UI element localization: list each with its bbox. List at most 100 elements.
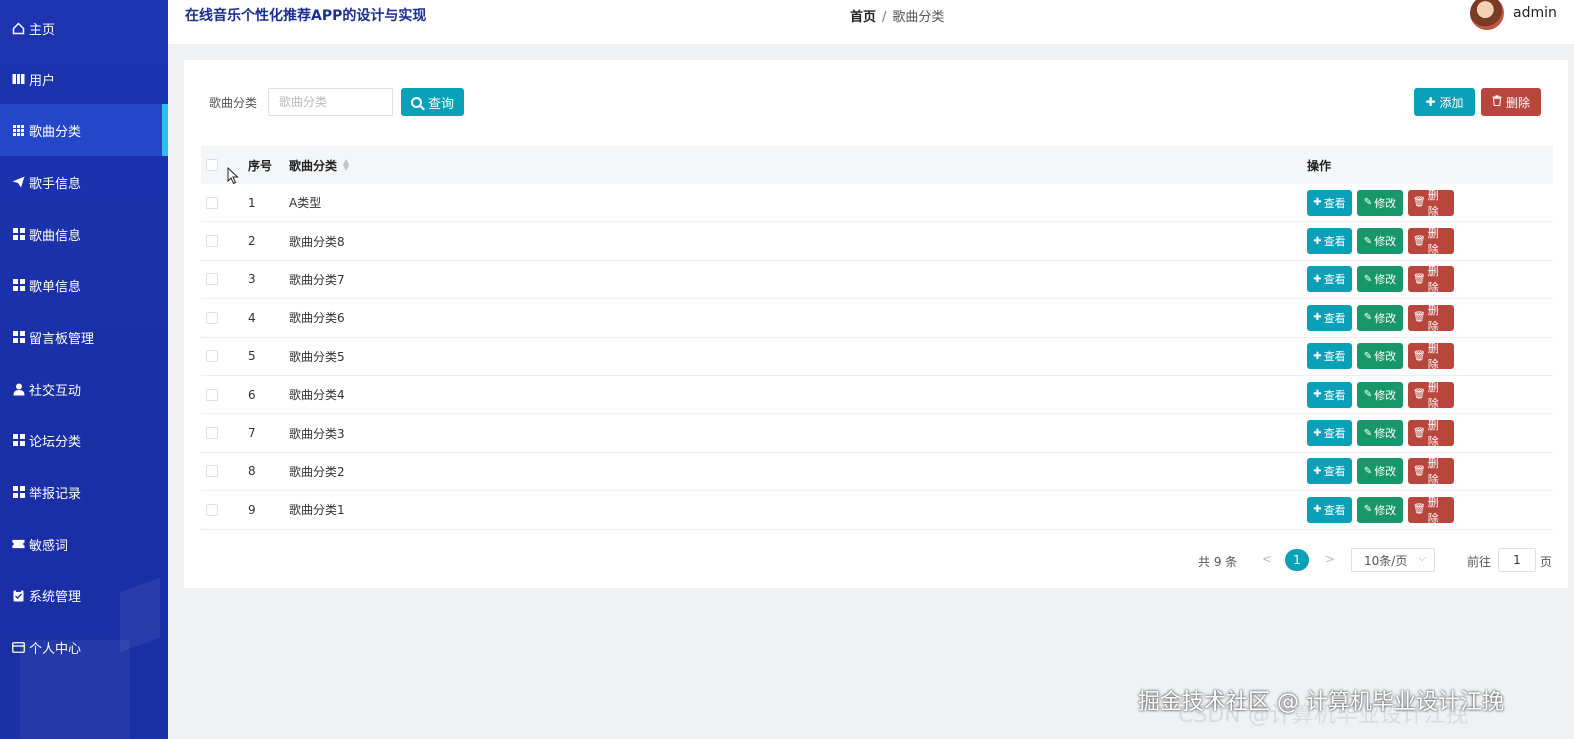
- row-checkbox[interactable]: [206, 311, 218, 324]
- sidebar-item-label: 歌手信息: [29, 176, 82, 192]
- sidebar-item-label: 歌曲分类: [29, 124, 82, 140]
- main-panel: 歌曲分类 查询 ✚ 添加 删除 序号 歌曲分类 ▲▼ 操作 1A类型✚查看✎修改…: [184, 60, 1568, 588]
- sort-icon[interactable]: ▲ ▼: [343, 158, 349, 172]
- sidebar-item-users[interactable]: 用户: [0, 53, 168, 105]
- sidebar-item-profile[interactable]: 个人中心: [0, 621, 168, 673]
- delete-button[interactable]: 删除: [1481, 88, 1541, 116]
- edit-button[interactable]: ✎ 修改: [1357, 381, 1403, 408]
- view-button-label: 查看: [1323, 503, 1346, 517]
- page-suffix: 页: [1540, 555, 1553, 569]
- view-button[interactable]: ✚ 查看: [1307, 420, 1352, 447]
- view-button[interactable]: ✚ 查看: [1307, 266, 1352, 293]
- search-input[interactable]: [268, 88, 393, 116]
- edit-button-label: 修改: [1374, 427, 1397, 441]
- edit-button[interactable]: ✎ 修改: [1357, 228, 1403, 255]
- edit-button[interactable]: ✎ 修改: [1357, 458, 1403, 485]
- sidebar-item-singer[interactable]: 歌手信息: [0, 156, 168, 208]
- row-delete-button[interactable]: 🗑 删除: [1408, 189, 1454, 218]
- row-checkbox[interactable]: [206, 465, 218, 478]
- header-name[interactable]: 歌曲分类 ▲ ▼: [289, 146, 349, 184]
- view-button-label: 查看: [1323, 465, 1346, 479]
- trash-icon: 🗑: [1413, 312, 1426, 324]
- avatar[interactable]: [1470, 0, 1504, 30]
- sidebar-item-forum-category[interactable]: 论坛分类: [0, 414, 168, 466]
- next-page-icon[interactable]: >: [1325, 552, 1335, 566]
- edit-button[interactable]: ✎ 修改: [1357, 496, 1403, 523]
- row-actions: ✚ 查看 ✎ 修改 🗑 删除: [1307, 299, 1459, 336]
- row-delete-button-label: 删除: [1427, 419, 1439, 449]
- row-checkbox[interactable]: [206, 273, 218, 286]
- page-number-current[interactable]: 1: [1285, 549, 1309, 571]
- table-header: 序号 歌曲分类 ▲ ▼ 操作: [201, 146, 1553, 184]
- row-checkbox[interactable]: [206, 196, 218, 209]
- row-delete-button[interactable]: 🗑 删除: [1408, 381, 1454, 410]
- trash-icon: 🗑: [1413, 465, 1426, 477]
- sidebar-item-home[interactable]: 主页: [0, 2, 168, 54]
- view-button[interactable]: ✚ 查看: [1307, 189, 1352, 216]
- sidebar-item-song-category[interactable]: 歌曲分类: [0, 104, 168, 156]
- row-actions: ✚ 查看 ✎ 修改 🗑 删除: [1307, 338, 1459, 375]
- sidebar-item-sensitive-words[interactable]: 敏感词: [0, 518, 168, 570]
- row-delete-button[interactable]: 🗑 删除: [1408, 304, 1454, 333]
- row-index: 8: [248, 464, 256, 479]
- view-button-label: 查看: [1323, 388, 1346, 402]
- sidebar-item-system[interactable]: 系统管理: [0, 569, 168, 621]
- edit-button[interactable]: ✎ 修改: [1357, 343, 1403, 370]
- row-checkbox[interactable]: [206, 503, 218, 516]
- edit-button[interactable]: ✎ 修改: [1357, 266, 1403, 293]
- edit-icon: ✎: [1363, 350, 1373, 362]
- sidebar-item-label: 敏感词: [29, 538, 69, 554]
- row-actions: ✚ 查看 ✎ 修改 🗑 删除: [1307, 261, 1459, 298]
- row-checkbox-cell: [206, 376, 218, 413]
- row-index: 6: [248, 387, 256, 402]
- row-checkbox[interactable]: [206, 350, 218, 363]
- row-checkbox[interactable]: [206, 235, 218, 248]
- row-delete-button[interactable]: 🗑 删除: [1408, 496, 1454, 525]
- table-body: 1 A类型 ✚ 查看 ✎ 修改 🗑 删除 2 歌曲分类8 ✚ 查看 ✎ 修改 🗑 删除 3 歌曲分类7 ✚ 查看 ✎ 修改…: [201, 184, 1553, 530]
- edit-button[interactable]: ✎ 修改: [1357, 189, 1403, 216]
- user-icon: [12, 383, 25, 396]
- plus-icon: ✚: [1313, 389, 1322, 401]
- sidebar-item-song-info[interactable]: 歌曲信息: [0, 208, 168, 260]
- edit-button-label: 修改: [1374, 311, 1397, 325]
- sidebar-item-message-board[interactable]: 留言板管理: [0, 311, 168, 363]
- row-actions: ✚ 查看 ✎ 修改 🗑 删除: [1307, 491, 1459, 528]
- row-delete-button[interactable]: 🗑 删除: [1408, 265, 1454, 294]
- row-delete-button[interactable]: 🗑 删除: [1408, 342, 1454, 372]
- table-row: 8 歌曲分类2 ✚ 查看 ✎ 修改 🗑 删除: [201, 453, 1553, 492]
- edit-button[interactable]: ✎ 修改: [1357, 304, 1403, 331]
- username[interactable]: admin: [1513, 5, 1557, 21]
- row-checkbox-cell: [206, 414, 218, 451]
- prev-page-icon[interactable]: <: [1262, 552, 1272, 566]
- add-button[interactable]: ✚ 添加: [1414, 88, 1475, 116]
- edit-button[interactable]: ✎ 修改: [1357, 420, 1403, 447]
- select-all-checkbox[interactable]: [206, 159, 218, 171]
- sidebar-item-label: 主页: [29, 22, 56, 38]
- view-button[interactable]: ✚ 查看: [1307, 304, 1352, 331]
- row-delete-button[interactable]: 🗑 删除: [1408, 457, 1454, 487]
- row-delete-button[interactable]: 🗑 删除: [1408, 419, 1454, 449]
- view-button[interactable]: ✚ 查看: [1307, 458, 1352, 485]
- sidebar-item-playlist[interactable]: 歌单信息: [0, 259, 168, 311]
- breadcrumb-home[interactable]: 首页: [850, 10, 876, 25]
- view-button[interactable]: ✚ 查看: [1307, 496, 1352, 523]
- delete-button-label: 删除: [1505, 95, 1530, 110]
- row-checkbox-cell: [206, 491, 218, 528]
- row-checkbox[interactable]: [206, 388, 218, 401]
- goto-page-input[interactable]: [1498, 548, 1536, 572]
- sidebar-item-social[interactable]: 社交互动: [0, 363, 168, 415]
- view-button[interactable]: ✚ 查看: [1307, 228, 1352, 255]
- grid-icon: [12, 486, 25, 499]
- query-button[interactable]: 查询: [401, 88, 464, 116]
- row-delete-button-label: 删除: [1427, 457, 1439, 487]
- row-delete-button[interactable]: 🗑 删除: [1408, 227, 1454, 256]
- row-delete-button-label: 删除: [1427, 342, 1439, 372]
- view-button[interactable]: ✚ 查看: [1307, 381, 1352, 408]
- view-button[interactable]: ✚ 查看: [1307, 343, 1352, 370]
- row-actions: ✚ 查看 ✎ 修改 🗑 删除: [1307, 414, 1459, 451]
- sidebar-item-label: 留言板管理: [29, 331, 95, 347]
- page-size-select[interactable]: 10条/页 ⌵: [1351, 548, 1435, 572]
- row-checkbox[interactable]: [206, 427, 218, 440]
- sidebar-item-reports[interactable]: 举报记录: [0, 466, 168, 518]
- edit-icon: ✎: [1363, 504, 1373, 516]
